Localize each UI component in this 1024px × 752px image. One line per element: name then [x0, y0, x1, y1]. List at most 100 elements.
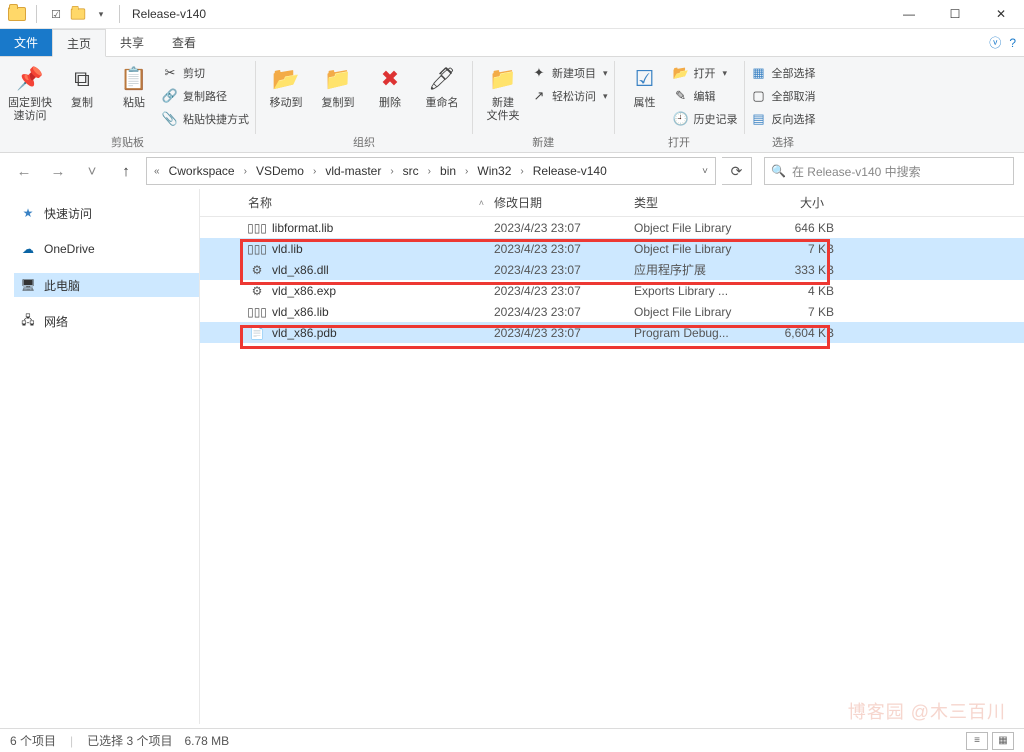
minimize-button[interactable]: ― — [886, 0, 932, 28]
crumb[interactable]: src — [399, 158, 423, 184]
new-item-icon: ✦ — [531, 65, 547, 81]
file-row[interactable]: ▯▯▯vld_x86.lib2023/4/23 23:07Object File… — [200, 301, 1024, 322]
new-item-button[interactable]: ✦新建项目 — [531, 62, 608, 84]
copy-button[interactable]: ⧉ 复制 — [58, 59, 106, 110]
crumb[interactable]: Win32 — [473, 158, 515, 184]
group-clipboard: 📌 固定到快 速访问 ⧉ 复制 📋 粘贴 ✂剪切 🔗复制路径 📎粘贴快捷方式 剪… — [0, 57, 255, 152]
select-all-icon: ▦ — [751, 65, 767, 81]
group-label-select: 选择 — [751, 132, 816, 152]
up-button[interactable]: ↑ — [112, 157, 140, 185]
paste-shortcut-icon: 📎 — [162, 111, 178, 127]
folder-icon — [8, 5, 26, 23]
file-name: vld.lib — [272, 242, 494, 256]
invert-selection-button[interactable]: ▤反向选择 — [751, 108, 816, 130]
search-input[interactable]: 🔍 在 Release-v140 中搜索 — [764, 157, 1014, 185]
tab-home[interactable]: 主页 — [52, 29, 106, 57]
new-folder-qat-icon[interactable] — [69, 5, 87, 23]
tab-view[interactable]: 查看 — [158, 29, 210, 56]
file-name: vld_x86.pdb — [272, 326, 494, 340]
copy-label: 复制 — [71, 97, 93, 110]
address-bar[interactable]: « Cworkspace› VSDemo› vld-master› src› b… — [146, 157, 716, 185]
nav-row: ← → ˅ ↑ « Cworkspace› VSDemo› vld-master… — [0, 153, 1024, 189]
file-row[interactable]: ▯▯▯libformat.lib2023/4/23 23:07Object Fi… — [200, 217, 1024, 238]
history-button[interactable]: 🕘历史记录 — [673, 108, 738, 130]
chevron-left-icon[interactable]: « — [151, 166, 163, 177]
address-dropdown-icon[interactable]: ˅ — [699, 166, 711, 177]
history-icon: 🕘 — [673, 111, 689, 127]
sidebar-item-onedrive[interactable]: ☁OneDrive — [14, 237, 199, 261]
view-details-icon[interactable]: ≡ — [966, 732, 988, 750]
easy-access-button[interactable]: ↗轻松访问 — [531, 85, 608, 107]
copy-path-icon: 🔗 — [162, 88, 178, 104]
forward-button[interactable]: → — [44, 157, 72, 185]
file-row[interactable]: 📄vld_x86.pdb2023/4/23 23:07Program Debug… — [200, 322, 1024, 343]
file-name: vld_x86.exp — [272, 284, 494, 298]
body: ★快速访问 ☁OneDrive 🖥此电脑 🖧网络 名称˄ 修改日期 类型 大小 … — [0, 189, 1024, 724]
rename-icon: 🖊 — [426, 63, 458, 95]
file-type: Object File Library — [634, 221, 762, 235]
back-button[interactable]: ← — [10, 157, 38, 185]
copy-to-button[interactable]: 📁复制到 — [314, 59, 362, 110]
col-name[interactable]: 名称˄ — [248, 194, 494, 211]
delete-button[interactable]: ✖删除 — [366, 59, 414, 110]
edit-button[interactable]: ✎编辑 — [673, 85, 738, 107]
content-pane: 名称˄ 修改日期 类型 大小 ▯▯▯libformat.lib2023/4/23… — [200, 189, 1024, 724]
file-row[interactable]: ⚙vld_x86.dll2023/4/23 23:07应用程序扩展333 KB — [200, 259, 1024, 280]
file-date: 2023/4/23 23:07 — [494, 284, 634, 298]
select-none-button[interactable]: ▢全部取消 — [751, 85, 816, 107]
crumb[interactable]: Release-v140 — [529, 158, 611, 184]
col-type[interactable]: 类型 — [634, 194, 762, 211]
tab-file[interactable]: 文件 — [0, 29, 52, 56]
star-icon: ★ — [20, 205, 36, 221]
paste-label: 粘贴 — [123, 97, 145, 110]
col-size[interactable]: 大小 — [762, 194, 834, 211]
properties-qat-icon[interactable]: ☑ — [47, 5, 65, 23]
crumb[interactable]: vld-master — [321, 158, 385, 184]
view-thumbnails-icon[interactable]: ▦ — [992, 732, 1014, 750]
cut-button[interactable]: ✂剪切 — [162, 62, 249, 84]
file-row[interactable]: ⚙vld_x86.exp2023/4/23 23:07Exports Libra… — [200, 280, 1024, 301]
window-controls: ― ☐ ✕ — [886, 0, 1024, 28]
new-folder-button[interactable]: 📁新建 文件夹 — [479, 59, 527, 122]
column-headers[interactable]: 名称˄ 修改日期 类型 大小 — [200, 189, 1024, 217]
pin-to-quick-access-button[interactable]: 📌 固定到快 速访问 — [6, 59, 54, 122]
help-icon[interactable]: ? — [1009, 36, 1016, 50]
maximize-button[interactable]: ☐ — [932, 0, 978, 28]
file-type-icon: ⚙ — [248, 262, 266, 278]
open-button[interactable]: 📂打开 — [673, 62, 738, 84]
select-none-icon: ▢ — [751, 88, 767, 104]
file-type-icon: 📄 — [248, 325, 266, 341]
collapse-ribbon-icon[interactable]: ⓥ — [989, 34, 1001, 51]
tab-share[interactable]: 共享 — [106, 29, 158, 56]
recent-locations-button[interactable]: ˅ — [78, 157, 106, 185]
move-to-button[interactable]: 📂移动到 — [262, 59, 310, 110]
group-label-clipboard: 剪贴板 — [6, 132, 249, 152]
sidebar-item-this-pc[interactable]: 🖥此电脑 — [14, 273, 199, 297]
separator — [119, 5, 120, 23]
edit-icon: ✎ — [673, 88, 689, 104]
qat-dropdown-icon[interactable] — [91, 5, 109, 23]
properties-icon: ☑ — [629, 63, 661, 95]
crumb[interactable]: bin — [436, 158, 460, 184]
separator — [36, 5, 37, 23]
col-date[interactable]: 修改日期 — [494, 194, 634, 211]
refresh-button[interactable]: ⟳ — [722, 157, 752, 185]
file-size: 6,604 KB — [762, 326, 834, 340]
paste-shortcut-button[interactable]: 📎粘贴快捷方式 — [162, 108, 249, 130]
sidebar-item-network[interactable]: 🖧网络 — [14, 309, 199, 333]
file-type-icon: ⚙ — [248, 283, 266, 299]
group-label-organize: 组织 — [262, 132, 466, 152]
copy-path-button[interactable]: 🔗复制路径 — [162, 85, 249, 107]
file-list: ▯▯▯libformat.lib2023/4/23 23:07Object Fi… — [200, 217, 1024, 724]
crumb[interactable]: VSDemo — [252, 158, 308, 184]
file-name: vld_x86.dll — [272, 263, 494, 277]
file-row[interactable]: ▯▯▯vld.lib2023/4/23 23:07Object File Lib… — [200, 238, 1024, 259]
sidebar-item-quick-access[interactable]: ★快速访问 — [14, 201, 199, 225]
close-button[interactable]: ✕ — [978, 0, 1024, 28]
select-all-button[interactable]: ▦全部选择 — [751, 62, 816, 84]
paste-button[interactable]: 📋 粘贴 — [110, 59, 158, 110]
file-size: 646 KB — [762, 221, 834, 235]
crumb[interactable]: Cworkspace — [165, 158, 239, 184]
rename-button[interactable]: 🖊重命名 — [418, 59, 466, 110]
properties-button[interactable]: ☑属性 — [621, 59, 669, 110]
